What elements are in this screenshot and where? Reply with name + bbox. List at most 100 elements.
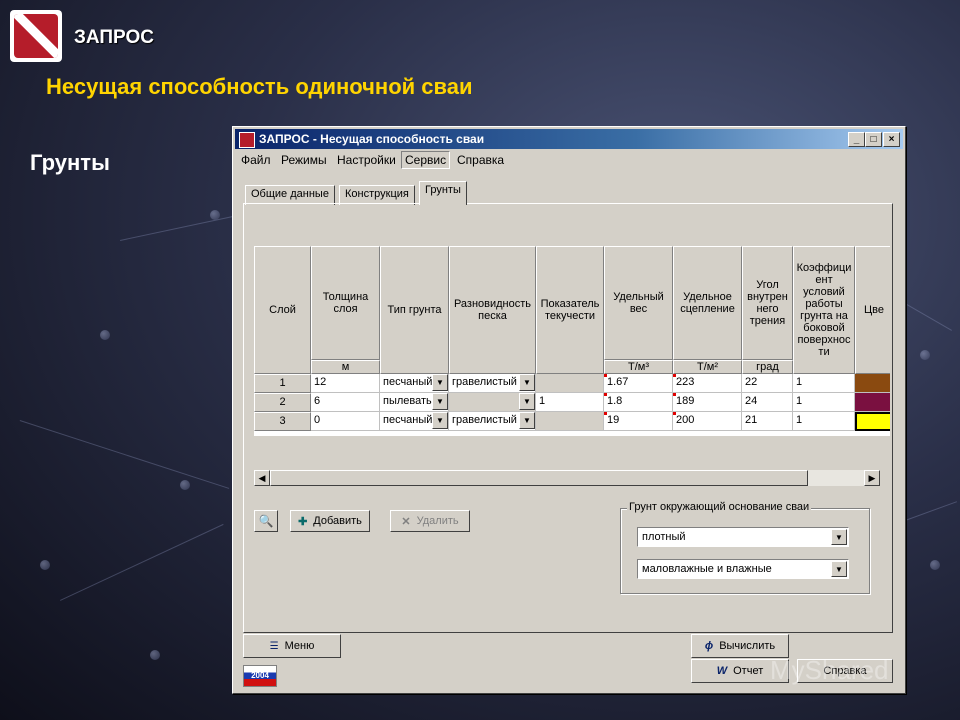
minimize-button[interactable]: _ xyxy=(848,132,865,147)
menu-help[interactable]: Справка xyxy=(457,153,504,167)
cell-cohesion[interactable]: 189 xyxy=(673,393,742,412)
cell-thickness[interactable]: 0 xyxy=(311,412,380,431)
cell-sand-kind[interactable]: ▼ xyxy=(449,393,536,412)
cell-coefficient[interactable]: 1 xyxy=(793,374,855,393)
cell-weight[interactable]: 19 xyxy=(604,412,673,431)
cell-coefficient[interactable]: 1 xyxy=(793,412,855,431)
cell-cohesion[interactable]: 200 xyxy=(673,412,742,431)
phi-icon: ϕ xyxy=(704,640,714,652)
tab-soils[interactable]: Грунты xyxy=(419,181,467,205)
cell-text: 200 xyxy=(676,414,695,426)
dropdown-arrow-icon[interactable]: ▼ xyxy=(831,561,847,577)
cell-weight[interactable]: 1.67 xyxy=(604,374,673,393)
unit-thickness: м xyxy=(311,360,380,374)
cell-thickness[interactable]: 12 xyxy=(311,374,380,393)
magnifier-icon: 🔍 xyxy=(258,514,274,528)
add-button-label: Добавить xyxy=(313,515,362,527)
plus-icon: ✚ xyxy=(298,515,308,528)
cell-weight[interactable]: 1.8 xyxy=(604,393,673,412)
cell-cohesion[interactable]: 223 xyxy=(673,374,742,393)
tab-panel-soils: Слой Толщина слоя Тип грунта Разновиднос… xyxy=(243,203,893,633)
unit-weight: Т/м³ xyxy=(604,360,673,374)
required-marker xyxy=(604,374,607,377)
header-layer[interactable]: Слой xyxy=(254,246,311,374)
header-fluidity[interactable]: Показатель текучести xyxy=(536,246,604,374)
cell-soil-type[interactable]: песчаный ▼ xyxy=(380,412,449,431)
word-icon: W xyxy=(716,665,728,677)
cell-coefficient[interactable]: 1 xyxy=(793,393,855,412)
cell-text: гравелистый xyxy=(452,414,517,426)
cell-text: гравелистый xyxy=(452,376,517,388)
cell-angle[interactable]: 24 xyxy=(742,393,793,412)
delete-button[interactable]: ✕ Удалить xyxy=(390,510,470,532)
calculate-button-label: Вычислить xyxy=(719,640,776,652)
header-thickness[interactable]: Толщина слоя xyxy=(311,246,380,360)
header-sand-kind[interactable]: Разновидность песка xyxy=(449,246,536,374)
cell-angle[interactable]: 22 xyxy=(742,374,793,393)
header-color[interactable]: Цве xyxy=(855,246,890,374)
dropdown-arrow-icon[interactable]: ▼ xyxy=(831,529,847,545)
horizontal-scrollbar[interactable]: ◀ ▶ xyxy=(254,470,880,486)
scroll-right-icon[interactable]: ▶ xyxy=(864,470,880,486)
tab-construction[interactable]: Конструкция xyxy=(339,185,415,205)
base-soil-groupbox: Грунт окружающий основание сваи плотный … xyxy=(620,501,870,594)
menu-file[interactable]: Файл xyxy=(241,153,271,167)
moisture-value: маловлажные и влажные xyxy=(642,563,772,575)
cell-fluidity[interactable] xyxy=(536,412,604,431)
dropdown-arrow-icon[interactable]: ▼ xyxy=(432,412,448,429)
menu-settings[interactable]: Настройки xyxy=(337,153,396,167)
density-value: плотный xyxy=(642,531,686,543)
row-number[interactable]: 2 xyxy=(254,393,311,412)
cell-soil-type[interactable]: песчаный ▼ xyxy=(380,374,449,393)
menu-modes[interactable]: Режимы xyxy=(281,153,327,167)
menu-button-label: Меню xyxy=(284,640,315,652)
dropdown-arrow-icon[interactable]: ▼ xyxy=(432,393,448,410)
header-cohesion[interactable]: Удельное сцепление xyxy=(673,246,742,360)
zapros-logo xyxy=(10,10,62,62)
header-friction-angle[interactable]: Угол внутрен него трения xyxy=(742,246,793,360)
cell-color-swatch[interactable] xyxy=(855,412,890,431)
maximize-button[interactable]: □ xyxy=(865,132,882,147)
scroll-left-icon[interactable]: ◀ xyxy=(254,470,270,486)
unit-angle: град xyxy=(742,360,793,374)
delete-button-label: Удалить xyxy=(416,515,459,527)
header-coefficient[interactable]: Коэффици ент условий работы грунта на бо… xyxy=(793,246,855,374)
cell-text: песчаный xyxy=(383,414,433,426)
menu-button[interactable]: ☰ Меню xyxy=(243,634,341,658)
cell-fluidity[interactable]: 1 xyxy=(536,393,604,412)
year-badge: 2004 xyxy=(243,665,277,687)
required-marker xyxy=(604,393,607,396)
report-button-label: Отчет xyxy=(733,665,764,677)
cell-color-swatch[interactable] xyxy=(855,393,890,412)
required-marker xyxy=(673,393,676,396)
header-weight[interactable]: Удельный вес xyxy=(604,246,673,360)
row-number[interactable]: 1 xyxy=(254,374,311,393)
dropdown-arrow-icon[interactable]: ▼ xyxy=(519,374,535,391)
soil-layers-grid[interactable]: Слой Толщина слоя Тип грунта Разновиднос… xyxy=(254,246,890,436)
cell-fluidity[interactable] xyxy=(536,374,604,393)
dropdown-arrow-icon[interactable]: ▼ xyxy=(519,412,535,429)
header-soil-type[interactable]: Тип грунта xyxy=(380,246,449,374)
cell-sand-kind[interactable]: гравелистый ▼ xyxy=(449,374,536,393)
add-button[interactable]: ✚ Добавить xyxy=(290,510,370,532)
close-button[interactable]: × xyxy=(883,132,900,147)
row-number[interactable]: 3 xyxy=(254,412,311,431)
cell-angle[interactable]: 21 xyxy=(742,412,793,431)
cell-color-swatch[interactable] xyxy=(855,374,890,393)
cell-sand-kind[interactable]: гравелистый ▼ xyxy=(449,412,536,431)
year-badge-text: 2004 xyxy=(251,671,269,680)
moisture-select[interactable]: маловлажные и влажные ▼ xyxy=(637,559,849,579)
dropdown-arrow-icon[interactable]: ▼ xyxy=(519,393,535,410)
preview-button[interactable]: 🔍 xyxy=(254,510,278,532)
density-select[interactable]: плотный ▼ xyxy=(637,527,849,547)
scrollbar-thumb[interactable] xyxy=(270,470,808,486)
window-titlebar[interactable]: ЗАПРОС - Несущая способность сваи _ □ × xyxy=(235,129,903,149)
tab-general-data[interactable]: Общие данные xyxy=(245,185,335,205)
dropdown-arrow-icon[interactable]: ▼ xyxy=(432,374,448,391)
cell-thickness[interactable]: 6 xyxy=(311,393,380,412)
menu-list-icon: ☰ xyxy=(269,640,279,652)
menu-service[interactable]: Сервис xyxy=(401,151,451,169)
app-icon xyxy=(239,132,255,148)
cell-soil-type[interactable]: пылеватый ▼ xyxy=(380,393,449,412)
slide-section-heading: Грунты xyxy=(30,150,110,175)
